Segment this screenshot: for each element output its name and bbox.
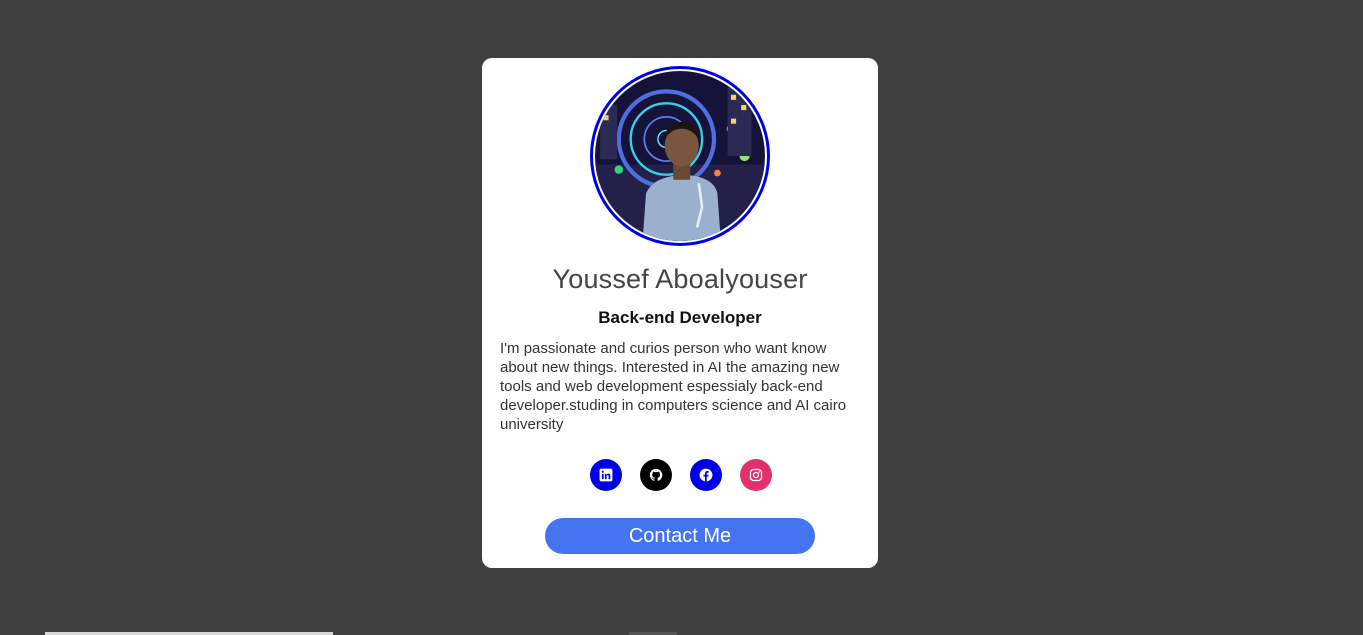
- facebook-icon: [699, 468, 713, 482]
- instagram-link[interactable]: [740, 459, 772, 491]
- social-links: [590, 459, 772, 491]
- linkedin-link[interactable]: [590, 459, 622, 491]
- github-link[interactable]: [640, 459, 672, 491]
- profile-name: Youssef Aboalyouser: [552, 264, 808, 294]
- profile-bio: I'm passionate and curios person who wan…: [500, 340, 847, 433]
- github-icon: [649, 468, 663, 481]
- avatar: [590, 66, 770, 246]
- contact-me-button[interactable]: Contact Me: [545, 518, 815, 554]
- profile-card: Youssef Aboalyouser Back-end Developer I…: [482, 58, 878, 568]
- linkedin-icon: [599, 468, 613, 482]
- avatar-photo: [595, 71, 765, 241]
- facebook-link[interactable]: [690, 459, 722, 491]
- instagram-icon: [749, 468, 763, 482]
- profile-role: Back-end Developer: [598, 308, 762, 327]
